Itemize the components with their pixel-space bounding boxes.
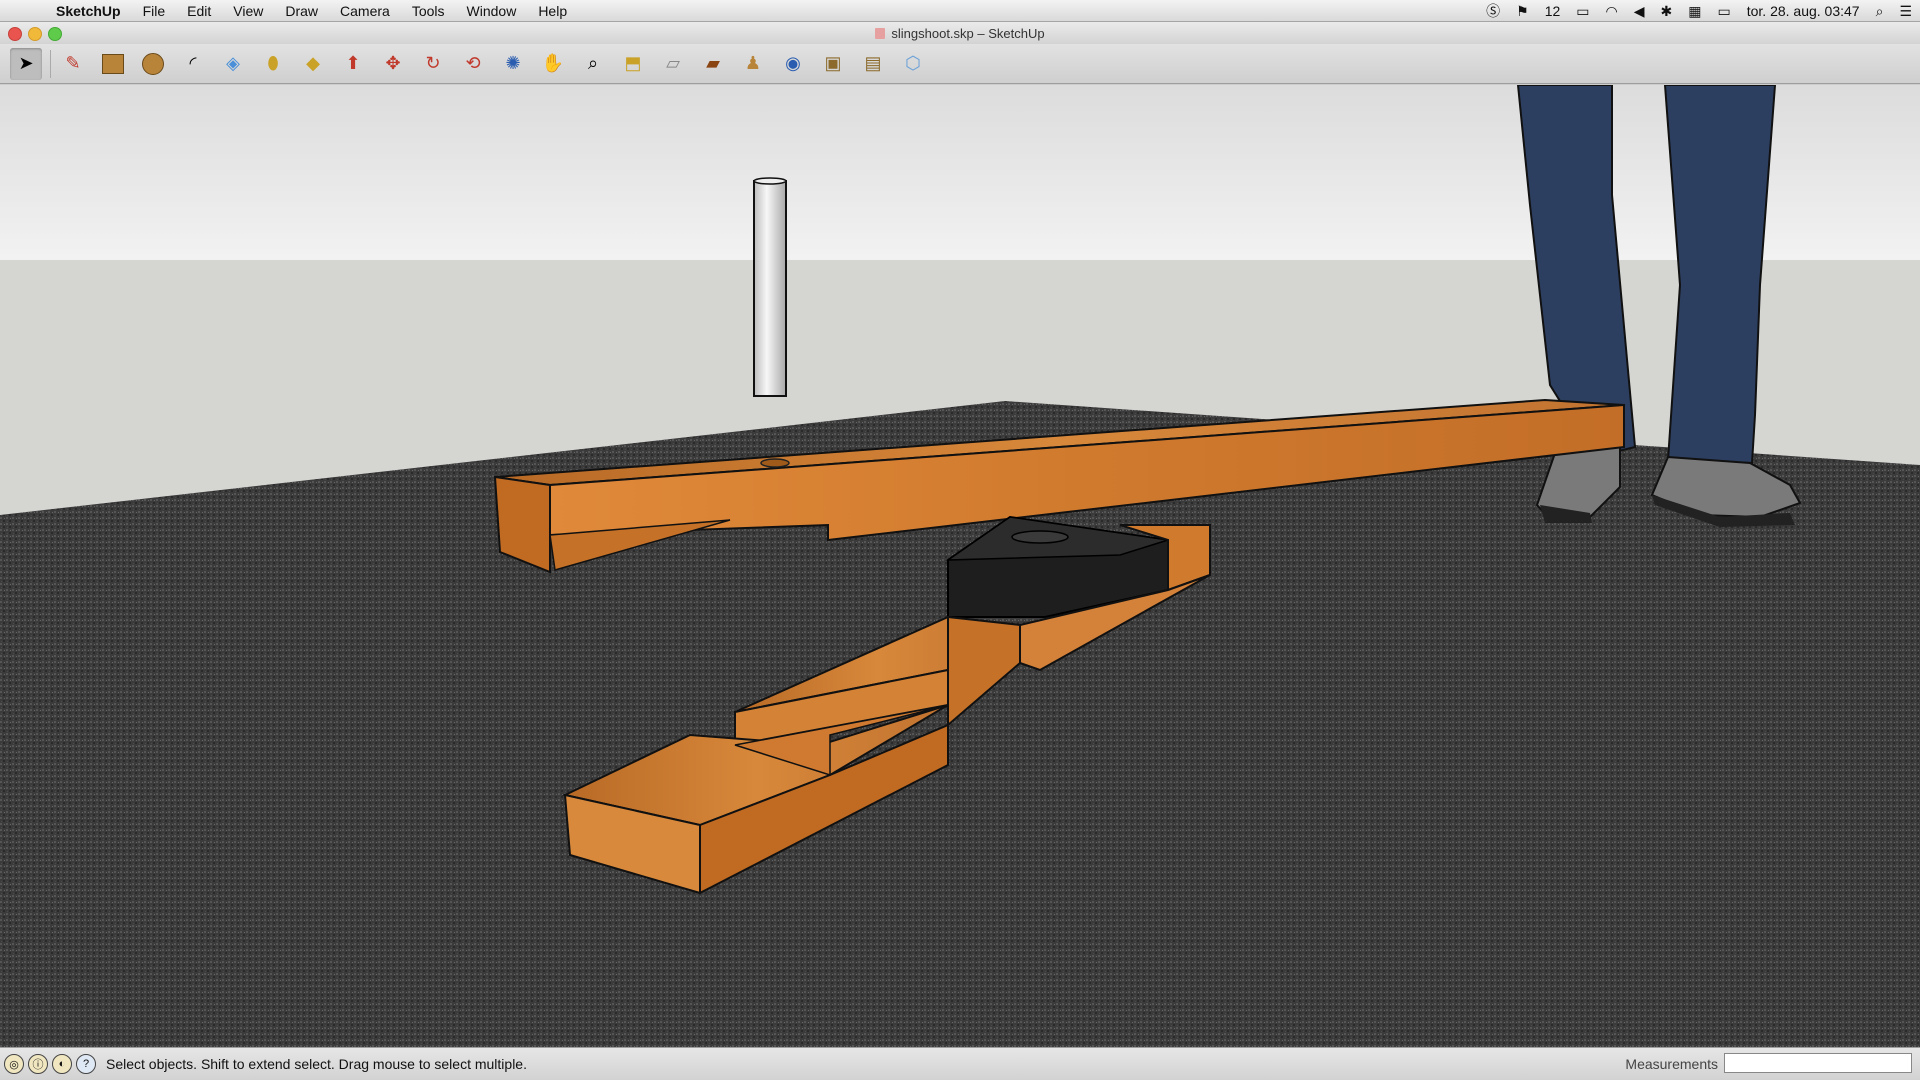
model-viewport[interactable] [0,85,1920,1047]
menu-file[interactable]: File [132,0,177,22]
geo-location-icon[interactable]: ◎ [4,1054,24,1074]
previous-view-icon: ▱ [666,53,680,73]
circle-icon [142,52,164,75]
eraser-icon: ◈ [226,53,240,73]
eraser-tool-button[interactable]: ◈ [217,48,249,80]
section-plane-icon: ▤ [864,53,882,73]
keyboard-icon[interactable]: ▦ [1680,0,1709,22]
walk-icon: ▣ [824,53,842,73]
rotate-tool-button[interactable]: ↻ [417,48,449,80]
notification-center-icon[interactable]: ☰ [1891,0,1920,22]
document-icon [875,27,886,39]
position-camera-icon: ♟ [744,53,762,73]
skype-icon[interactable]: Ⓢ [1478,0,1508,22]
move-icon: ✥ [385,53,401,73]
measurements-input[interactable] [1724,1053,1912,1073]
tape-measure-tool-button[interactable]: ⬮ [257,48,289,80]
scene-canvas[interactable] [0,85,1920,1047]
previous-view-button[interactable]: ▱ [657,48,689,80]
menu-draw[interactable]: Draw [274,0,329,22]
spotlight-icon[interactable]: ⌕ [1868,0,1892,22]
user-icon[interactable]: ◐ [52,1054,72,1074]
credits-icon[interactable]: ⓘ [28,1054,48,1074]
push-pull-tool-button[interactable]: ⬆ [337,48,369,80]
menu-edit[interactable]: Edit [176,0,222,22]
pan-tool-button[interactable]: ✋ [537,48,569,80]
offset-tool-button[interactable]: ⟲ [457,48,489,80]
pencil-icon: ✎ [65,53,81,73]
pencil-tool-button[interactable]: ✎ [57,48,89,80]
white-pole[interactable] [753,177,787,397]
window-minimize-button[interactable] [28,27,42,41]
window-zoom-button[interactable] [48,27,62,41]
position-camera-button[interactable]: ♟ [737,48,769,80]
menu-tools[interactable]: Tools [401,0,456,22]
wifi-icon[interactable]: ◠ [1598,0,1626,22]
window-close-button[interactable] [8,27,22,41]
tape-measure-icon: ⬮ [267,53,279,73]
select-icon: ➤ [18,53,34,73]
orbit-icon: ✺ [505,53,521,73]
pan-icon: ✋ [541,53,565,73]
toolbar-separator [50,49,51,78]
airplay-icon[interactable]: ▭ [1568,0,1597,22]
menu-app-name[interactable]: SketchUp [50,0,132,22]
rotate-icon: ↻ [425,53,441,73]
zoom-icon: ⌕ [587,53,599,73]
menu-view[interactable]: View [222,0,274,22]
zoom-extents-tool-button[interactable]: ⬒ [617,48,649,80]
notification-icon[interactable]: ⚑ [1508,0,1537,22]
window-title: slingshoot.skp – SketchUp [891,25,1045,41]
rectangle-icon [102,53,124,74]
window-titlebar: slingshoot.skp – SketchUp [0,22,1920,44]
get-models-icon: ⬡ [905,53,921,73]
measurements-label: Measurements [1625,1056,1718,1072]
clock[interactable]: tor. 28. aug. 03:47 [1739,0,1868,22]
notification-count[interactable]: 12 [1537,0,1569,22]
orbit-tool-button[interactable]: ✺ [497,48,529,80]
menubar: SketchUp File Edit View Draw Camera Tool… [0,0,1920,22]
sky-background [0,85,1920,260]
rectangle-tool-button[interactable] [97,48,129,80]
look-around-button[interactable]: ◉ [777,48,809,80]
menubar-status-area: Ⓢ ⚑ 12 ▭ ◠ ◀ ✱ ▦ ▭ tor. 28. aug. 03:47 ⌕… [1478,0,1920,22]
move-tool-button[interactable]: ✥ [377,48,409,80]
get-models-button[interactable]: ⬡ [897,48,929,80]
next-view-button[interactable]: ▰ [697,48,729,80]
select-tool-button[interactable]: ➤ [10,47,42,80]
paint-bucket-icon: ◆ [306,53,320,73]
menu-camera[interactable]: Camera [329,0,401,22]
next-view-icon: ▰ [706,53,720,73]
push-pull-icon: ⬆ [345,53,361,73]
zoom-tool-button[interactable]: ⌕ [577,48,609,80]
status-bar: ◎ ⓘ ◐ ? Select objects. Shift to extend … [0,1047,1920,1080]
paint-bucket-tool-button[interactable]: ◆ [297,48,329,80]
arc-icon: ◜ [189,53,197,73]
battery-icon[interactable]: ▭ [1709,0,1738,22]
bluetooth-icon[interactable]: ✱ [1653,0,1681,22]
menu-window[interactable]: Window [456,0,528,22]
section-plane-button[interactable]: ▤ [857,48,889,80]
volume-icon[interactable]: ◀ [1626,0,1653,22]
help-icon[interactable]: ? [76,1054,96,1074]
offset-icon: ⟲ [465,53,481,73]
arc-tool-button[interactable]: ◜ [177,48,209,80]
circle-tool-button[interactable] [137,48,169,80]
menu-help[interactable]: Help [527,0,578,22]
look-around-icon: ◉ [785,53,801,73]
zoom-extents-icon: ⬒ [624,53,642,73]
status-hint-text: Select objects. Shift to extend select. … [106,1056,527,1072]
walk-button[interactable]: ▣ [817,48,849,80]
main-toolbar: ➤ ✎ ◜ ◈ ⬮ ◆ ⬆ ✥ ↻ ⟲ ✺ ✋ ⌕ ⬒ ▱ ▰ ♟ ◉ ▣ ▤ … [0,44,1920,84]
